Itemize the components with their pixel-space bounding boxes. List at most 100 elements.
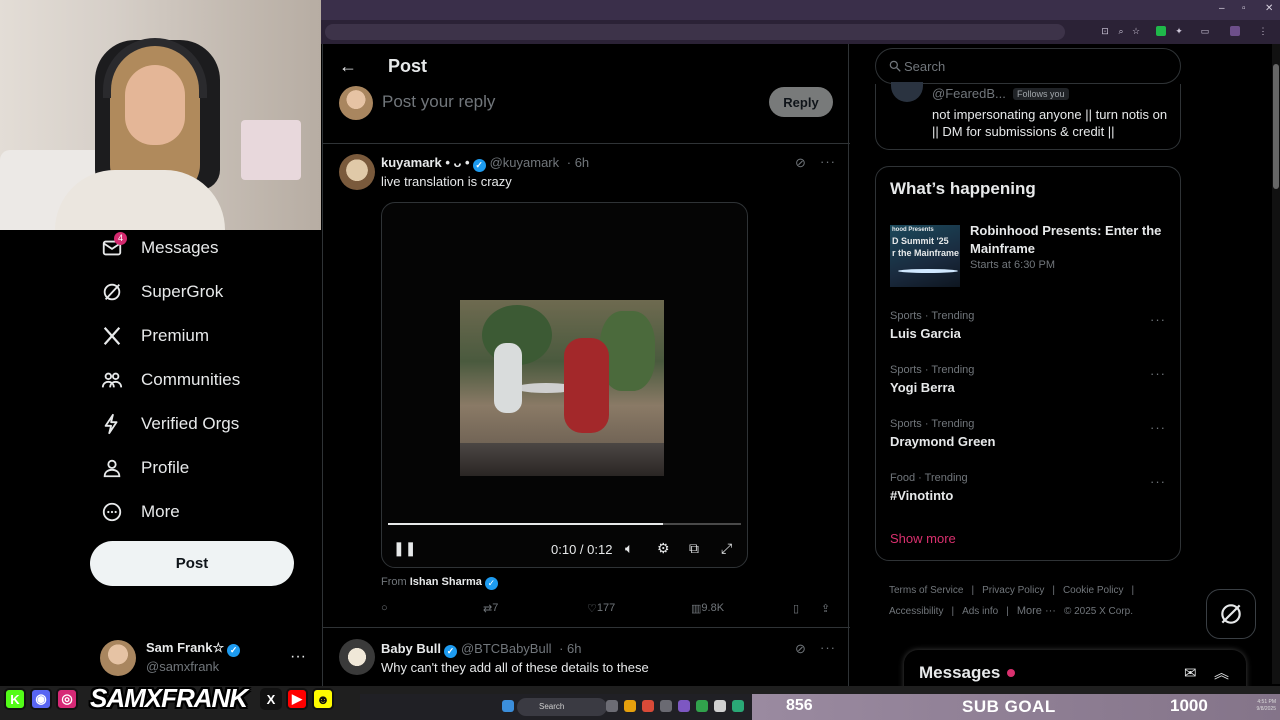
post-button[interactable]: Post [90,541,294,586]
page-scrollbar[interactable] [1272,44,1280,684]
account-handle: @samxfrank [146,659,220,674]
more-dots-icon[interactable]: ··· [1150,312,1166,327]
profile-icon[interactable] [1230,26,1240,36]
account-switcher[interactable]: Sam Frank☆ ✓ @samxfrank ··· [100,638,310,678]
instagram-icon: ◎ [56,688,78,710]
zoom-icon[interactable]: ⌕ [1116,26,1126,36]
reply-input[interactable]: Post your reply [382,92,495,112]
footer-link[interactable]: Cookie Policy [1063,585,1124,596]
avatar[interactable] [339,154,375,190]
trend-name: Draymond Green [890,434,996,449]
trend-item[interactable]: Sports · Trending Yogi Berra ··· [890,364,1170,404]
repost-button[interactable]: ⇄ 7 [483,602,498,615]
maximize-icon[interactable]: ▫ [1242,3,1246,14]
address-bar[interactable] [325,24,1065,40]
grok-fab-button[interactable] [1206,589,1256,639]
taskbar-search[interactable]: Search [517,698,607,716]
scrollbar-thumb[interactable] [1273,64,1279,189]
trend-category: Sports · Trending [890,310,975,322]
bookmark-star-icon[interactable]: ☆ [1131,26,1141,36]
screen: – ▫ ✕ ⊡ ⌕ ☆ ✦ ▭ ⋮ Messages 4 SuperGrok P… [0,0,1280,720]
nav-profile[interactable]: Profile [100,452,189,484]
footer-link[interactable]: Accessibility [889,606,943,617]
verified-badge-icon: ✓ [484,577,498,590]
tweet-author[interactable]: Baby Bull ✓ @BTCBabyBull · 6h [381,641,582,658]
system-clock: 4:51 PM 9/8/2025 [1256,699,1276,712]
nav-communities[interactable]: Communities [100,364,240,396]
footer-link[interactable]: Privacy Policy [982,585,1044,596]
copyright: © 2025 X Corp. [1063,606,1134,617]
puzzle-icon[interactable]: ✦ [1174,26,1184,36]
sidebar-icon[interactable]: ▭ [1200,26,1210,36]
nav-supergrok[interactable]: SuperGrok [100,276,223,308]
minimize-icon[interactable]: – [1219,3,1225,14]
close-icon[interactable]: ✕ [1265,3,1273,14]
back-arrow-icon[interactable]: ← [339,56,359,76]
expand-chevrons-icon[interactable]: ︽ [1214,662,1229,683]
new-message-icon[interactable]: ✉ [1184,664,1197,682]
reply-icon[interactable]: ○ [381,602,388,614]
nav-label: Profile [141,458,190,477]
tweet[interactable]: kuyamark • ᴗ • ✓ @kuyamark · 6h ⊘ ··· live… [323,144,850,628]
more-dots-icon[interactable]: ··· [820,640,836,655]
footer-link[interactable]: More ··· [1017,605,1056,617]
more-dots-icon[interactable]: ··· [1150,420,1166,435]
promo-image[interactable]: hood Presents D Summit '25 r the Mainfra… [890,225,960,287]
video-progress-bar[interactable] [388,523,741,525]
promo-title[interactable]: Robinhood Presents: Enter the Mainframe [970,222,1175,258]
task-view-icon[interactable] [606,700,618,712]
reply-button[interactable]: Reply [769,87,833,117]
trend-item[interactable]: Sports · Trending Draymond Green ··· [890,418,1170,458]
avatar[interactable] [339,639,375,675]
verified-badge-icon: ✓ [227,644,241,657]
footer-separator: | [951,606,955,617]
search-box[interactable]: Search [875,48,1181,84]
search-input[interactable]: Search [904,59,945,74]
footer-link[interactable]: Ads info [962,606,998,617]
more-dots-icon[interactable]: ··· [1150,474,1166,489]
grok-icon[interactable]: ⊘ [795,155,806,171]
start-icon[interactable] [502,700,514,712]
nav-label: SuperGrok [141,282,224,301]
settings-gear-icon[interactable]: ⚙ [657,540,670,557]
verified-badge-icon: ✓ [443,645,457,658]
footer-link[interactable]: Terms of Service [889,585,963,596]
video-player[interactable]: ❚❚ 0:10 / 0:12 🔈︎ ⚙ ⧉ ⤢ [381,202,748,568]
share-icon[interactable]: ⇪ [821,602,830,615]
grok-icon[interactable]: ⊘ [795,641,806,657]
trend-item[interactable]: Food · Trending #Vinotinto ··· [890,472,1170,512]
taskbar-app-icon[interactable] [642,700,654,712]
nav-premium[interactable]: Premium [100,320,209,352]
taskbar-app-icon[interactable] [678,700,690,712]
taskbar-app-icon[interactable] [660,700,672,712]
taskbar-app-icon[interactable] [732,700,744,712]
taskbar-app-icon[interactable] [624,700,636,712]
footer-separator: | [1006,606,1009,617]
reply-composer: Post your reply Reply [323,84,850,144]
taskbar-app-icon[interactable] [696,700,708,712]
volume-icon[interactable]: 🔈︎ [625,540,633,557]
nav-more[interactable]: More [100,496,180,528]
like-button[interactable]: ♡ 177 [587,602,615,615]
more-circle-icon [100,500,124,524]
more-dots-icon[interactable]: ··· [290,648,306,666]
pip-icon[interactable]: ⧉ [689,540,699,557]
tweet-author[interactable]: kuyamark • ᴗ • ✓ @kuyamark · 6h [381,155,589,172]
trend-item[interactable]: Sports · Trending Luis Garcia ··· [890,310,1170,350]
pause-icon[interactable]: ❚❚ [393,540,416,557]
bookmark-icon[interactable]: ▯ [793,602,799,615]
nav-verified-orgs[interactable]: Verified Orgs [100,408,239,440]
show-more-link[interactable]: Show more [890,531,956,546]
trend-category: Sports · Trending [890,418,975,430]
views-button[interactable]: ▥ 9.8K [691,602,724,615]
taskbar-app-icon[interactable] [714,700,726,712]
browser-menu-icon[interactable]: ⋮ [1258,26,1268,36]
sub-goal-target: 1000 [1170,696,1208,715]
extension-icon[interactable] [1156,26,1166,36]
more-dots-icon[interactable]: ··· [1150,366,1166,381]
install-icon[interactable]: ⊡ [1100,26,1110,36]
suggested-account-card[interactable]: @FearedB... Follows you not impersonatin… [875,82,1181,150]
fullscreen-icon[interactable]: ⤢ [721,540,732,557]
lightning-icon [100,412,124,436]
more-dots-icon[interactable]: ··· [820,154,836,169]
